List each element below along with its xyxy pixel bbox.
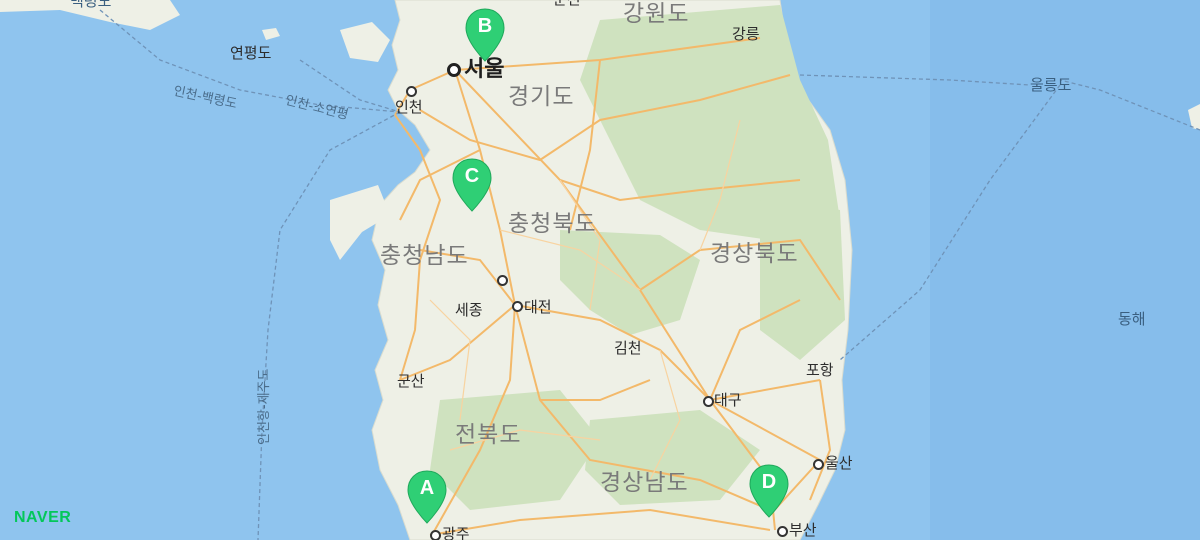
city-label-gangneung[interactable]: 강릉	[732, 27, 760, 42]
city-label-sejong[interactable]: 세종	[455, 303, 483, 318]
city-label-gunsan[interactable]: 군산	[397, 374, 425, 389]
city-dot-daejeon	[512, 301, 523, 312]
city-dot-busan	[777, 526, 788, 537]
city-dot-incheon	[406, 86, 417, 97]
map-marker-d[interactable]: D	[748, 464, 790, 518]
city-label-gimcheon[interactable]: 김천	[614, 341, 642, 356]
city-label-daegu[interactable]: 대구	[714, 393, 742, 408]
marker-label-b: B	[477, 15, 493, 37]
map-marker-c[interactable]: C	[451, 158, 493, 212]
city-dot-gwangju	[430, 530, 441, 540]
map-base	[0, 0, 1200, 540]
city-label-daejeon[interactable]: 대전	[524, 300, 552, 315]
province-label-gyeongbuk: 경상북도	[710, 241, 799, 267]
marker-label-c: C	[464, 165, 480, 187]
map-marker-b[interactable]: B	[464, 8, 506, 62]
island-label-baengnyeongdo: 백령도	[70, 0, 112, 10]
city-label-ulsan[interactable]: 울산	[825, 456, 853, 471]
city-label-gwangju[interactable]: 광주	[442, 527, 470, 540]
city-label-incheon[interactable]: 인천	[395, 100, 423, 115]
capital-label-seoul[interactable]: 서울	[464, 59, 504, 81]
city-label-chuncheon[interactable]: 춘천	[553, 0, 581, 7]
province-label-jeonbuk: 전북도	[455, 422, 522, 448]
province-label-gyeonggi: 경기도	[508, 84, 575, 110]
city-dot-daegu	[703, 396, 714, 407]
city-label-busan[interactable]: 부산	[789, 523, 817, 538]
naver-logo[interactable]: NAVER	[14, 509, 71, 527]
city-dot-sejong	[497, 275, 508, 286]
province-label-chungbuk: 충청북도	[508, 211, 597, 237]
sea-label-east: 동해	[1118, 310, 1146, 328]
map-marker-a[interactable]: A	[406, 470, 448, 524]
province-label-gangwon: 강원도	[623, 1, 690, 27]
map-canvas[interactable]: 강원도 경기도 충청북도 충청남도 경상북도 전북도 경상남도 서울 인천 세종…	[0, 0, 1200, 540]
province-label-gyeongnam: 경상남도	[600, 470, 689, 496]
city-label-yeonpyeongdo[interactable]: 연평도	[230, 46, 271, 61]
city-label-pohang[interactable]: 포항	[806, 363, 834, 378]
route-label-incheon-jeju: 인천항-제주도	[257, 368, 272, 445]
capital-dot	[447, 63, 461, 77]
city-dot-ulsan	[813, 459, 824, 470]
marker-label-d: D	[761, 471, 777, 493]
province-label-chungnam: 충청남도	[380, 243, 469, 269]
marker-label-a: A	[419, 477, 435, 499]
island-label-ulleungdo: 울릉도	[1030, 76, 1072, 94]
